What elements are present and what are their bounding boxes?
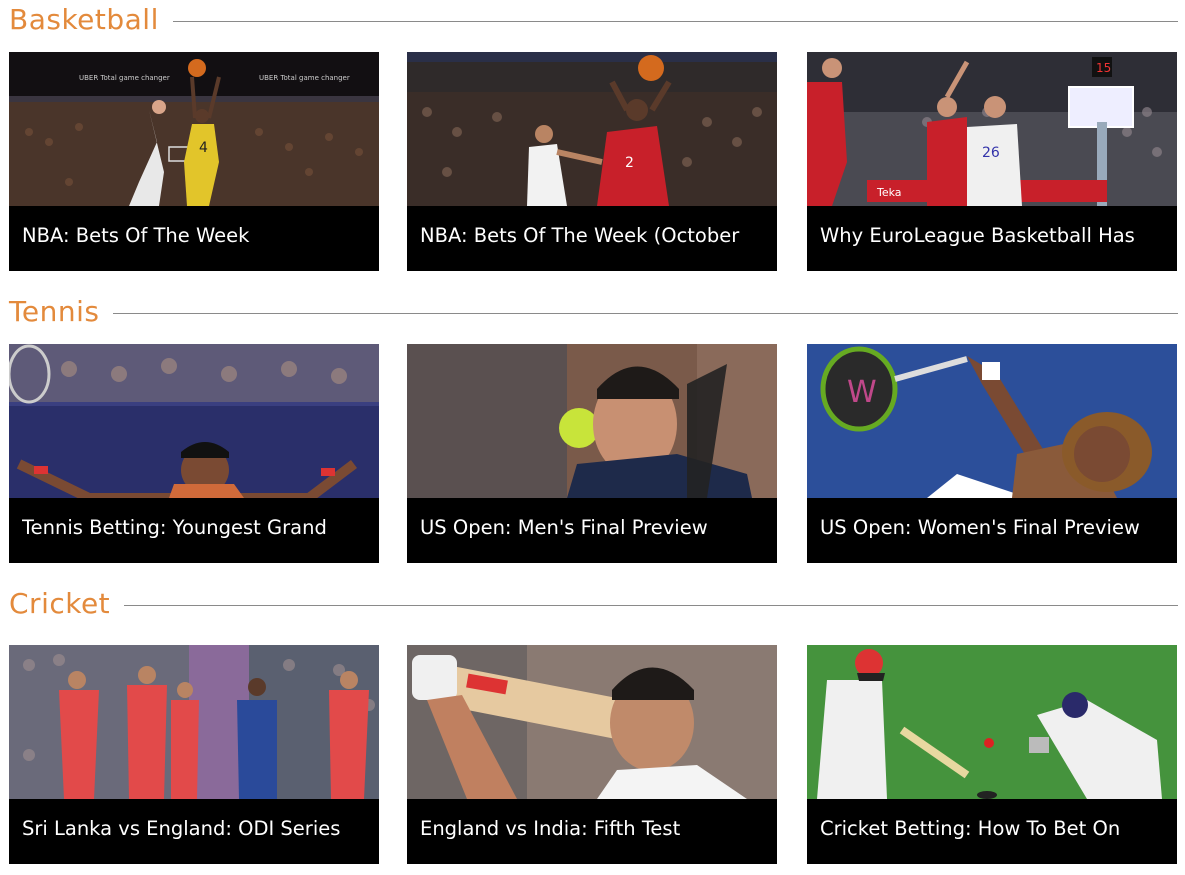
- article-card[interactable]: US Open: Men's Final Preview: [407, 344, 777, 563]
- article-image[interactable]: 2: [407, 52, 777, 206]
- section-basketball: Basketball UBER Total game changer UBER: [9, 0, 1178, 271]
- article-image[interactable]: UBER Total game changer UBER Total game …: [9, 52, 379, 206]
- svg-text:4: 4: [199, 140, 208, 156]
- section-divider: [9, 313, 1178, 314]
- svg-text:UBER Total game changer: UBER Total game changer: [79, 74, 170, 82]
- article-title[interactable]: US Open: Women's Final Preview: [820, 516, 1167, 539]
- article-card[interactable]: 15 Teka 26 Why EuroLeague Basketball Has: [807, 52, 1177, 271]
- section-header: Tennis: [9, 292, 1178, 332]
- article-image[interactable]: [9, 344, 379, 498]
- section-title: Tennis: [9, 292, 114, 332]
- article-card[interactable]: UBER Total game changer UBER Total game …: [9, 52, 379, 271]
- section-title: Cricket: [9, 584, 125, 624]
- article-title[interactable]: NBA: Bets Of The Week (October: [420, 224, 767, 247]
- section-header: Basketball: [9, 0, 1178, 40]
- article-title[interactable]: Tennis Betting: Youngest Grand: [22, 516, 369, 539]
- article-card[interactable]: Tennis Betting: Youngest Grand: [9, 344, 379, 563]
- article-image[interactable]: [407, 344, 777, 498]
- article-card[interactable]: Cricket Betting: How To Bet On: [807, 645, 1177, 864]
- article-card[interactable]: Sri Lanka vs England: ODI Series: [9, 645, 379, 864]
- article-image[interactable]: 15 Teka 26: [807, 52, 1177, 206]
- article-image[interactable]: [9, 645, 379, 799]
- section-tennis: Tennis Tennis Betting: Youngest Grand US…: [9, 292, 1178, 563]
- section-header: Cricket: [9, 584, 1178, 624]
- svg-text:W: W: [847, 375, 877, 410]
- article-title[interactable]: NBA: Bets Of The Week: [22, 224, 369, 247]
- svg-text:15: 15: [1096, 61, 1111, 75]
- article-card[interactable]: W US Open: Women's Final Preview: [807, 344, 1177, 563]
- section-cricket: Cricket Sri Lanka vs England: ODI Series…: [9, 584, 1178, 864]
- article-image[interactable]: [407, 645, 777, 799]
- article-title[interactable]: England vs India: Fifth Test: [420, 817, 767, 840]
- article-card[interactable]: 2 NBA: Bets Of The Week (October: [407, 52, 777, 271]
- section-divider: [9, 21, 1178, 22]
- svg-text:Teka: Teka: [876, 186, 902, 199]
- article-title[interactable]: Cricket Betting: How To Bet On: [820, 817, 1167, 840]
- section-title: Basketball: [9, 0, 173, 40]
- article-image[interactable]: [807, 645, 1177, 799]
- article-title[interactable]: US Open: Men's Final Preview: [420, 516, 767, 539]
- svg-text:UBER Total game changer: UBER Total game changer: [259, 74, 350, 82]
- section-divider: [9, 605, 1178, 606]
- article-title[interactable]: Why EuroLeague Basketball Has: [820, 224, 1167, 247]
- article-image[interactable]: W: [807, 344, 1177, 498]
- article-title[interactable]: Sri Lanka vs England: ODI Series: [22, 817, 369, 840]
- svg-text:26: 26: [982, 145, 1000, 161]
- article-card[interactable]: England vs India: Fifth Test: [407, 645, 777, 864]
- svg-text:2: 2: [625, 155, 634, 171]
